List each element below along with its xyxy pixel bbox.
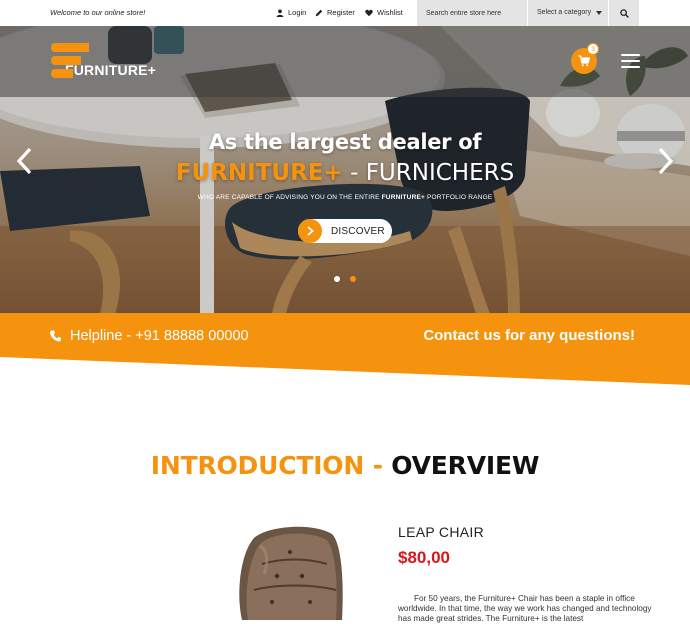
heart-icon: [365, 9, 373, 16]
hero-dash: -: [342, 160, 366, 186]
hero-tagline: WHO ARE CAPABLE OF ADVISING YOU ON THE E…: [0, 194, 690, 201]
logo-mark-icon: [51, 43, 89, 79]
cart-count-badge: 3: [587, 43, 599, 55]
slider-dot-1[interactable]: [334, 276, 340, 282]
heading-introduction: INTRODUCTION: [150, 451, 365, 480]
hero-brand-line: FURNITURE+ - FURNICHERS: [0, 160, 690, 186]
hero-tagline-post: PORTFOLIO RANGE: [425, 194, 493, 201]
product-image[interactable]: [232, 524, 344, 620]
caret-down-icon: [596, 11, 602, 15]
hero-title: As the largest dealer of: [208, 130, 482, 154]
search-bar: Select a category: [417, 0, 639, 26]
pencil-icon: [315, 9, 323, 16]
hero-tagline-pre: WHO ARE CAPABLE OF ADVISING YOU ON THE E…: [197, 194, 382, 201]
wishlist-link[interactable]: Wishlist: [365, 8, 403, 17]
register-label: Register: [327, 8, 355, 17]
heading-overview: OVERVIEW: [391, 451, 540, 480]
login-link[interactable]: Login: [276, 8, 306, 17]
search-icon: [619, 8, 629, 18]
top-bar: Welcome to our online store! Login Regis…: [0, 0, 690, 26]
product-price: $80,00: [398, 548, 450, 567]
discover-label: DISCOVER: [331, 225, 385, 237]
hero-tagline-brand: FURNITURE+: [381, 194, 425, 201]
section-heading: INTRODUCTION - OVERVIEW: [0, 451, 690, 480]
login-label: Login: [288, 8, 307, 17]
hero-slider: FURNITURE+ 3 As the largest dealer of FU…: [0, 26, 690, 314]
heading-dash: -: [364, 451, 392, 480]
helpline[interactable]: Helpline - +91 88888 00000: [50, 328, 249, 344]
helpline-text: Helpline - +91 88888 00000: [70, 328, 249, 344]
slider-dots: [334, 276, 356, 282]
phone-icon: [50, 330, 61, 342]
menu-button[interactable]: [621, 54, 640, 68]
arrow-right-icon: [306, 226, 314, 236]
search-button[interactable]: [609, 0, 639, 26]
search-input[interactable]: [417, 0, 527, 26]
discover-button[interactable]: DISCOVER: [298, 219, 392, 243]
hero-brand: FURNITURE+: [175, 160, 343, 186]
user-icon: [276, 9, 284, 17]
discover-icon-circle: [298, 219, 322, 243]
contact-banner: [0, 313, 690, 385]
cart-icon: [578, 55, 590, 67]
category-select[interactable]: Select a category: [527, 0, 609, 26]
site-logo[interactable]: FURNITURE+: [51, 43, 156, 79]
category-select-value: Select a category: [537, 9, 592, 16]
product-name[interactable]: LEAP CHAIR: [398, 524, 484, 540]
welcome-message: Welcome to our online store!: [50, 8, 146, 17]
contact-cta[interactable]: Contact us for any questions!: [400, 327, 635, 344]
slider-dot-2[interactable]: [350, 276, 356, 282]
register-link[interactable]: Register: [315, 8, 355, 17]
wishlist-label: Wishlist: [377, 8, 403, 17]
hero-subtitle: FURNICHERS: [365, 160, 515, 186]
